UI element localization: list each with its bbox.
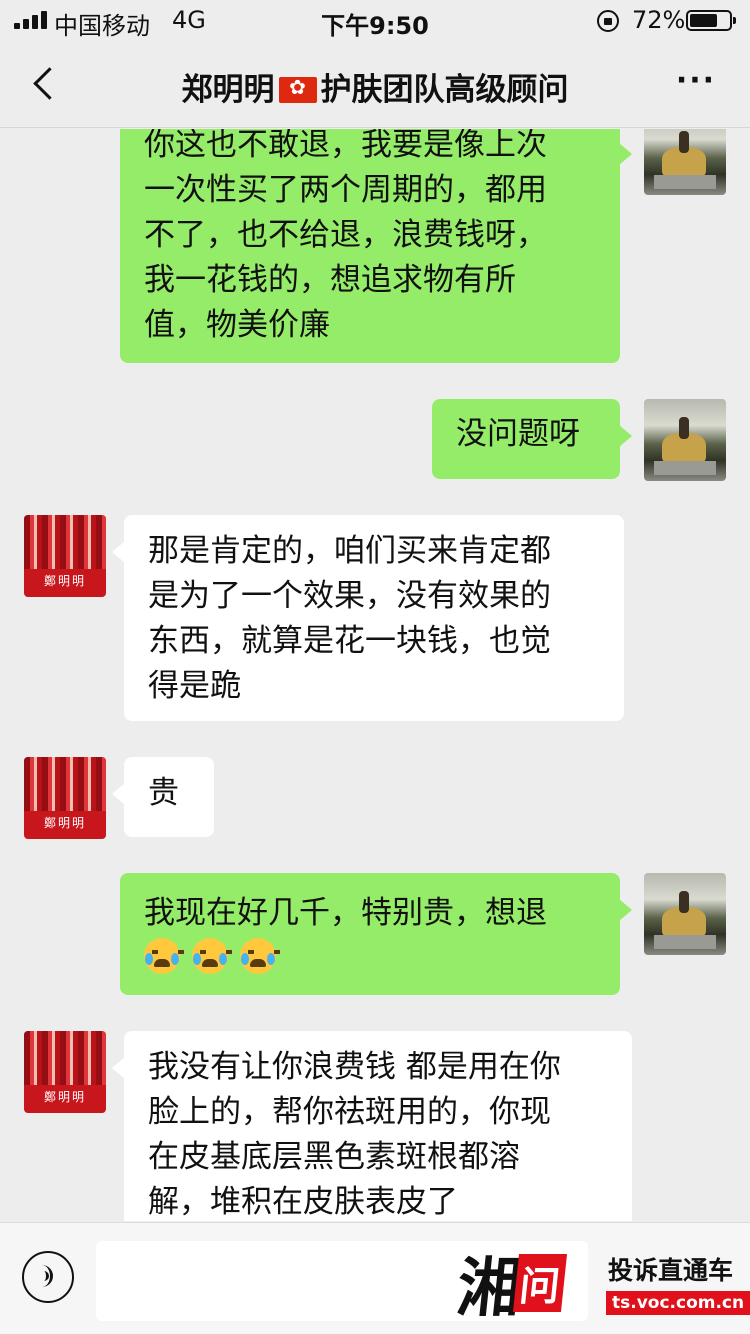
- more-icon[interactable]: ···: [668, 64, 724, 104]
- message-line: 得是跪: [148, 668, 241, 704]
- message-bubble[interactable]: 我没有让你浪费钱 都是用在你 脸上的，帮你祛斑用的，你现 在皮基底层黑色素斑根都…: [112, 1031, 632, 1221]
- voice-icon[interactable]: [22, 1251, 74, 1303]
- loudly-crying-emoji: [144, 938, 184, 974]
- loudly-crying-emoji: [191, 938, 232, 974]
- consultant-avatar[interactable]: 鄭明明: [24, 757, 106, 839]
- chat-header: 郑明明 护肤团队高级顾问 ···: [0, 40, 750, 128]
- message-line: 我一花钱的，想追求物有所: [144, 262, 516, 298]
- contact-title: 护肤团队高级顾问: [320, 72, 569, 108]
- message-bubble[interactable]: 我现在好几千，特别贵，想退: [120, 873, 632, 995]
- status-bar: 中国移动 4G 下午9:50 72%: [0, 0, 750, 40]
- message-line: 我没有让你浪费钱 都是用在你: [148, 1049, 561, 1085]
- watermark-title: 投诉直通车: [608, 1256, 734, 1285]
- battery-icon: [686, 10, 736, 31]
- emoji-row: [144, 936, 596, 981]
- hong-kong-flag-icon: [278, 75, 317, 103]
- message-line: 你这也不敢退，我要是像上次: [144, 129, 547, 163]
- message-line: 在皮基底层黑色素斑根都溶: [148, 1139, 520, 1175]
- message-bubble[interactable]: 那是肯定的，咱们买来肯定都 是为了一个效果，没有效果的 东西，就算是花一块钱，也…: [112, 515, 624, 721]
- message-line: 不了，也不给退，浪费钱呀，: [144, 217, 547, 253]
- orientation-lock-icon: [597, 10, 619, 32]
- message-line: 那是肯定的，咱们买来肯定都: [148, 533, 551, 569]
- message-line: 一次性买了两个周期的，都用: [144, 172, 547, 208]
- message-bubble[interactable]: 没问题呀: [432, 399, 632, 479]
- message-line: 没问题呀: [456, 416, 580, 452]
- watermark-url: ts.voc.com.cn: [606, 1291, 750, 1315]
- consultant-avatar[interactable]: 鄭明明: [24, 515, 106, 597]
- message-sent: 我现在好几千，特别贵，想退: [0, 871, 750, 997]
- user-avatar[interactable]: [644, 399, 726, 481]
- message-line: 我现在好几千，特别贵，想退: [144, 895, 547, 931]
- chat-title: 郑明明 护肤团队高级顾问: [120, 64, 630, 109]
- user-avatar[interactable]: [644, 129, 726, 195]
- back-chevron-icon[interactable]: [22, 60, 68, 106]
- watermark-logo: 湘问: [453, 1237, 569, 1329]
- user-avatar[interactable]: [644, 873, 726, 955]
- watermark-logo-box: 问: [512, 1254, 568, 1312]
- message-line: 东西，就算是花一块钱，也觉: [148, 623, 551, 659]
- message-line: 脸上的，帮你祛斑用的，你现: [148, 1094, 551, 1130]
- message-bubble[interactable]: 你这也不敢退，我要是像上次 一次性买了两个周期的，都用 不了，也不给退，浪费钱呀…: [120, 129, 632, 363]
- battery-percent: 72%: [632, 6, 686, 34]
- message-received: 鄭明明 那是肯定的，咱们买来肯定都 是为了一个效果，没有效果的 东西，就算是花一…: [0, 513, 750, 723]
- message-line: 值，物美价廉: [144, 307, 330, 343]
- contact-name: 郑明明: [181, 72, 275, 108]
- consultant-avatar[interactable]: 鄭明明: [24, 1031, 106, 1113]
- message-received: 鄭明明 我没有让你浪费钱 都是用在你 脸上的，帮你祛斑用的，你现 在皮基底层黑色…: [0, 1029, 750, 1221]
- message-sent: 你这也不敢退，我要是像上次 一次性买了两个周期的，都用 不了，也不给退，浪费钱呀…: [0, 129, 750, 369]
- message-line: 是为了一个效果，没有效果的: [148, 578, 551, 614]
- input-bar: 湘问 投诉直通车 ts.voc.com.cn: [0, 1222, 750, 1334]
- message-received: 鄭明明 贵: [0, 755, 750, 839]
- message-sent: 没问题呀: [0, 397, 750, 481]
- watermark: 湘问 投诉直通车 ts.voc.com.cn: [453, 1233, 750, 1333]
- loudly-crying-emoji: [239, 938, 280, 974]
- message-list[interactable]: 你这也不敢退，我要是像上次 一次性买了两个周期的，都用 不了，也不给退，浪费钱呀…: [0, 129, 750, 1221]
- message-bubble[interactable]: 贵: [112, 757, 214, 837]
- message-line: 贵: [148, 775, 179, 811]
- message-line: 解，堆积在皮肤表皮了: [148, 1184, 458, 1220]
